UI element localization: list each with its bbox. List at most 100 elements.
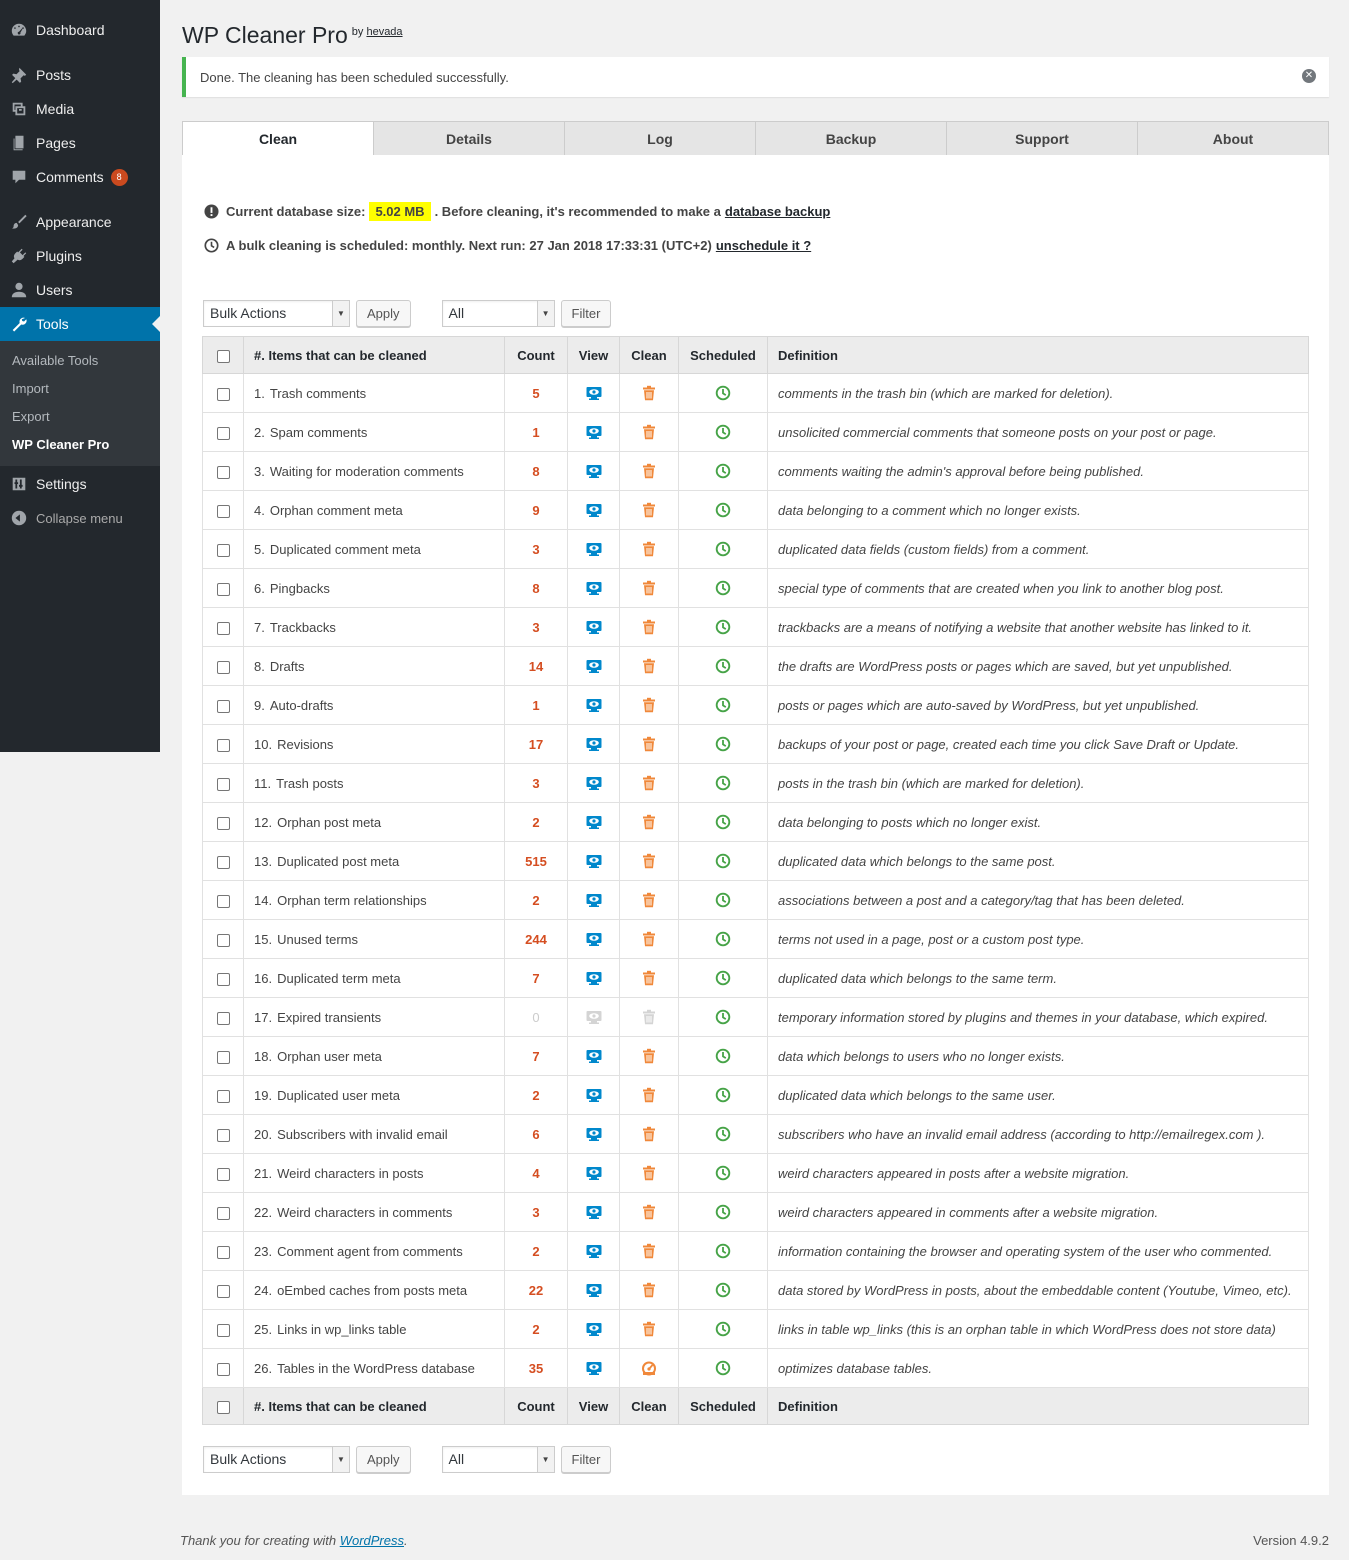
view-icon[interactable] xyxy=(586,385,602,401)
apply-button[interactable]: Apply xyxy=(356,300,411,327)
menu-media[interactable]: Media xyxy=(0,92,160,126)
row-checkbox[interactable] xyxy=(216,855,230,869)
trash-icon[interactable] xyxy=(641,892,657,908)
wordpress-link[interactable]: WordPress xyxy=(340,1533,404,1548)
row-checkbox[interactable] xyxy=(216,1323,230,1337)
view-icon[interactable] xyxy=(586,1282,602,1298)
row-checkbox[interactable] xyxy=(216,543,230,557)
row-checkbox[interactable] xyxy=(216,387,230,401)
row-checkbox[interactable] xyxy=(216,621,230,635)
clock-icon[interactable] xyxy=(715,736,731,752)
submenu-export[interactable]: Export xyxy=(0,403,160,431)
row-checkbox[interactable] xyxy=(216,1167,230,1181)
view-icon[interactable] xyxy=(586,1126,602,1142)
trash-icon[interactable] xyxy=(641,853,657,869)
view-icon[interactable] xyxy=(586,1321,602,1337)
database-backup-link[interactable]: database backup xyxy=(725,204,831,219)
trash-icon[interactable] xyxy=(641,814,657,830)
clock-icon[interactable] xyxy=(715,1243,731,1259)
row-checkbox[interactable] xyxy=(216,426,230,440)
clock-icon[interactable] xyxy=(715,424,731,440)
clock-icon[interactable] xyxy=(715,931,731,947)
view-icon[interactable] xyxy=(586,1243,602,1259)
filter-button[interactable]: Filter xyxy=(560,1446,612,1473)
trash-icon[interactable] xyxy=(641,1282,657,1298)
row-checkbox[interactable] xyxy=(216,894,230,908)
clock-icon[interactable] xyxy=(715,892,731,908)
trash-icon[interactable] xyxy=(641,970,657,986)
trash-icon[interactable] xyxy=(641,1126,657,1142)
view-icon[interactable] xyxy=(586,1204,602,1220)
trash-icon[interactable] xyxy=(641,1165,657,1181)
trash-icon[interactable] xyxy=(641,1087,657,1103)
submenu-wp-cleaner-pro[interactable]: WP Cleaner Pro xyxy=(0,431,160,459)
view-icon[interactable] xyxy=(586,775,602,791)
menu-posts[interactable]: Posts xyxy=(0,58,160,92)
trash-icon[interactable] xyxy=(641,1321,657,1337)
row-checkbox[interactable] xyxy=(216,738,230,752)
trash-icon[interactable] xyxy=(641,1048,657,1064)
view-icon[interactable] xyxy=(586,814,602,830)
menu-pages[interactable]: Pages xyxy=(0,126,160,160)
clock-icon[interactable] xyxy=(715,541,731,557)
clock-icon[interactable] xyxy=(715,1126,731,1142)
trash-icon[interactable] xyxy=(641,502,657,518)
trash-icon[interactable] xyxy=(641,931,657,947)
clock-icon[interactable] xyxy=(715,580,731,596)
view-icon[interactable] xyxy=(586,853,602,869)
menu-settings[interactable]: Settings xyxy=(0,467,160,501)
clock-icon[interactable] xyxy=(715,463,731,479)
view-icon[interactable] xyxy=(586,541,602,557)
clock-icon[interactable] xyxy=(715,1282,731,1298)
view-icon[interactable] xyxy=(586,580,602,596)
row-checkbox[interactable] xyxy=(216,1050,230,1064)
menu-users[interactable]: Users xyxy=(0,273,160,307)
trash-icon[interactable] xyxy=(641,736,657,752)
view-icon[interactable] xyxy=(586,892,602,908)
clock-icon[interactable] xyxy=(715,970,731,986)
row-checkbox[interactable] xyxy=(216,777,230,791)
filter-select[interactable]: All ▼ xyxy=(441,300,555,327)
tab-about[interactable]: About xyxy=(1138,121,1329,156)
row-checkbox[interactable] xyxy=(216,1089,230,1103)
row-checkbox[interactable] xyxy=(216,660,230,674)
trash-icon[interactable] xyxy=(641,424,657,440)
optimize-icon[interactable] xyxy=(641,1360,657,1376)
clock-icon[interactable] xyxy=(715,385,731,401)
unschedule-link[interactable]: unschedule it ? xyxy=(716,238,811,253)
view-icon[interactable] xyxy=(586,658,602,674)
trash-icon[interactable] xyxy=(641,541,657,557)
tab-support[interactable]: Support xyxy=(947,121,1138,156)
row-checkbox[interactable] xyxy=(216,972,230,986)
menu-appearance[interactable]: Appearance xyxy=(0,205,160,239)
filter-button[interactable]: Filter xyxy=(560,300,612,327)
trash-icon[interactable] xyxy=(641,775,657,791)
clock-icon[interactable] xyxy=(715,658,731,674)
tab-clean[interactable]: Clean xyxy=(182,121,374,156)
clock-icon[interactable] xyxy=(715,814,731,830)
row-checkbox[interactable] xyxy=(216,1011,230,1025)
row-checkbox[interactable] xyxy=(216,1245,230,1259)
bulk-actions-select[interactable]: Bulk Actions ▼ xyxy=(203,300,350,327)
view-icon[interactable] xyxy=(586,619,602,635)
menu-dashboard[interactable]: Dashboard xyxy=(0,13,160,47)
row-checkbox[interactable] xyxy=(216,1284,230,1298)
row-checkbox[interactable] xyxy=(216,465,230,479)
view-icon[interactable] xyxy=(586,424,602,440)
view-icon[interactable] xyxy=(586,463,602,479)
menu-comments[interactable]: Comments 8 xyxy=(0,160,160,194)
view-icon[interactable] xyxy=(586,736,602,752)
select-all-checkbox[interactable] xyxy=(216,349,230,363)
row-checkbox[interactable] xyxy=(216,1128,230,1142)
trash-icon[interactable] xyxy=(641,463,657,479)
row-checkbox[interactable] xyxy=(216,933,230,947)
clock-icon[interactable] xyxy=(715,1360,731,1376)
tab-backup[interactable]: Backup xyxy=(756,121,947,156)
clock-icon[interactable] xyxy=(715,1048,731,1064)
clock-icon[interactable] xyxy=(715,697,731,713)
row-checkbox[interactable] xyxy=(216,504,230,518)
trash-icon[interactable] xyxy=(641,658,657,674)
dismiss-notice-icon[interactable]: ✕ xyxy=(1302,69,1316,83)
view-icon[interactable] xyxy=(586,697,602,713)
filter-select[interactable]: All ▼ xyxy=(441,1446,555,1473)
